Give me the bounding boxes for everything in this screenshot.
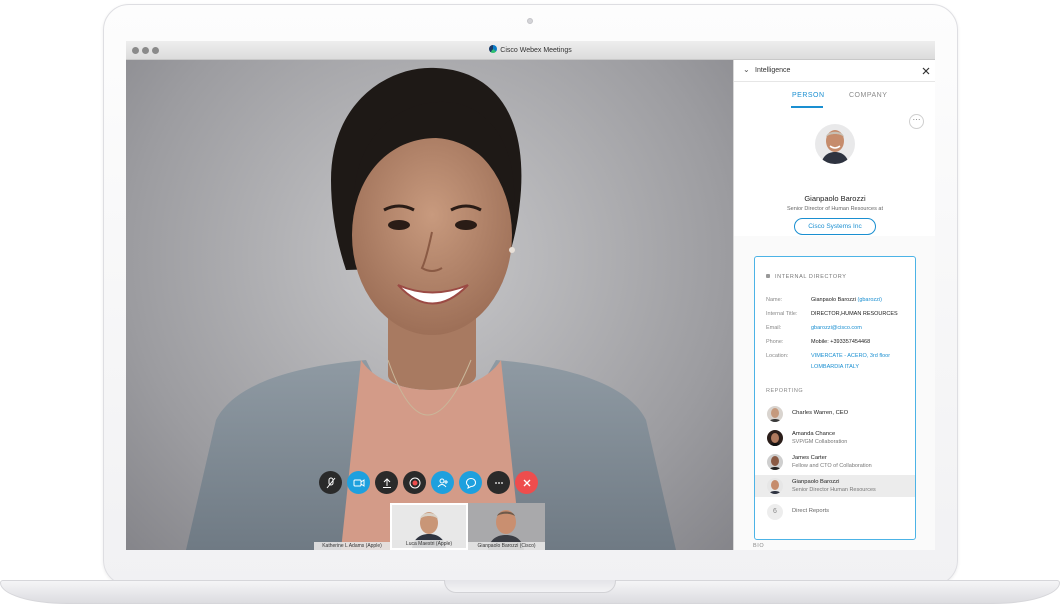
end-call-button[interactable] [515,471,538,494]
direct-reports-item[interactable]: 6 Direct Reports [755,501,915,523]
avatar [767,406,783,422]
reporting-item[interactable]: James Carter Fellow and CTO of Collabora… [755,451,915,473]
record-button[interactable] [403,471,426,494]
video-button[interactable] [347,471,370,494]
panel-header: ⌄ Intelligence [734,60,935,82]
title-value: DIRECTOR,HUMAN RESOURCES [811,311,898,317]
close-icon [922,67,930,75]
main-video: Katherine L Adams (Apple) Luca Maestri (… [126,60,733,550]
share-button[interactable] [375,471,398,494]
participant-thumbnail-caption: Gianpaolo Barozzi (Cisco) [468,542,545,550]
close-panel-button[interactable] [922,64,930,78]
person-profile: ··· Gianpaolo Barozzi Senior Director of… [734,108,935,236]
direct-reports-label: Direct Reports [792,508,830,514]
participants-icon [437,478,448,487]
participant-thumbnail-selected[interactable]: Luca Maestri (Apple) [390,503,468,550]
chat-button[interactable] [459,471,482,494]
reporting-title: Senior Director Human Resources [792,487,876,493]
mute-button[interactable] [319,471,342,494]
lock-icon [766,274,770,278]
handle-link[interactable]: (gbarozzi) [857,297,881,303]
record-icon [409,477,420,488]
share-upload-icon [382,477,391,488]
panel-tabs: PERSON COMPANY [734,82,935,108]
location-link-line1[interactable]: VIMERCATE - ACERO, 3rd floor [811,353,890,359]
reporting-title: SVP/GM Collaboration [792,439,848,445]
internal-directory-card: INTERNAL DIRECTORY Name: Gianpaolo Baroz… [754,256,916,540]
person-name: Gianpaolo Barozzi [804,194,866,203]
ellipsis-icon [494,481,503,484]
chevron-down-icon[interactable]: ⌄ [743,65,750,74]
avatar [815,124,855,164]
participant-thumbnail-caption: Katherine L Adams (Apple) [314,542,390,550]
avatar [767,430,783,446]
phone-label: Phone: [766,339,784,345]
reporting-heading: REPORTING [766,388,804,394]
more-options-button[interactable]: ··· [909,114,924,129]
microphone-muted-icon [326,477,335,488]
reporting-name: Gianpaolo Barozzi [792,479,840,485]
intelligence-panel: ⌄ Intelligence PERSON COMPANY ··· Gianpa… [733,60,935,550]
name-value: Gianpaolo Barozzi (gbarozzi) [811,297,882,303]
reporting-title: Fellow and CTO of Collaboration [792,463,872,469]
more-options-button[interactable] [487,471,510,494]
name-text: Gianpaolo Barozzi [811,297,856,303]
participant-thumbnail[interactable]: Katherine L Adams (Apple) [314,503,390,550]
video-camera-icon [353,478,364,487]
participant-thumbnail[interactable]: Gianpaolo Barozzi (Cisco) [468,503,545,550]
name-label: Name: [766,297,783,303]
bio-heading: BIO [753,543,765,549]
direct-reports-count: 6 [767,504,783,520]
webex-logo-icon [489,45,498,53]
email-link[interactable]: gbarozzi@cisco.com [811,325,862,331]
window-title: Cisco Webex Meetings [126,45,935,54]
reporting-item[interactable]: Amanda Chance SVP/GM Collaboration [755,427,915,449]
title-label: Internal Title: [766,311,798,317]
laptop-base-notch [444,580,616,593]
reporting-item[interactable]: Charles Warren, CEO [755,403,915,425]
reporting-name: Amanda Chance [792,431,836,437]
company-link-button[interactable]: Cisco Systems Inc [794,218,876,235]
reporting-name: James Carter [792,455,827,461]
reporting-item-current[interactable]: Gianpaolo Barozzi Senior Director Human … [755,475,915,497]
avatar [767,454,783,470]
webcam-icon [527,18,533,24]
panel-title: Intelligence [755,67,791,74]
avatar [767,478,783,494]
location-link-line2[interactable]: LOMBARDIA ITALY [811,364,859,370]
window-titlebar: Cisco Webex Meetings [126,41,935,60]
directory-heading: INTERNAL DIRECTORY [766,274,847,280]
phone-value: Mobile: +393357454468 [811,339,871,345]
reporting-name: Charles Warren, CEO [792,410,849,416]
window-title-text: Cisco Webex Meetings [500,47,572,54]
participants-button[interactable] [431,471,454,494]
participant-thumbnail-caption: Luca Maestri (Apple) [392,540,466,548]
tab-company[interactable]: COMPANY [849,92,887,99]
screen: Cisco Webex Meetings Katherine L Adams (… [126,41,935,550]
directory-heading-text: INTERNAL DIRECTORY [775,274,847,280]
chat-bubble-icon [465,477,476,489]
person-avatar-image [815,124,855,164]
email-label: Email: [766,325,782,331]
close-icon [523,479,530,486]
tab-person[interactable]: PERSON [792,92,825,99]
video-participant-image [186,67,676,550]
location-label: Location: [766,353,789,359]
person-role: Senior Director of Human Resources at [787,206,883,212]
